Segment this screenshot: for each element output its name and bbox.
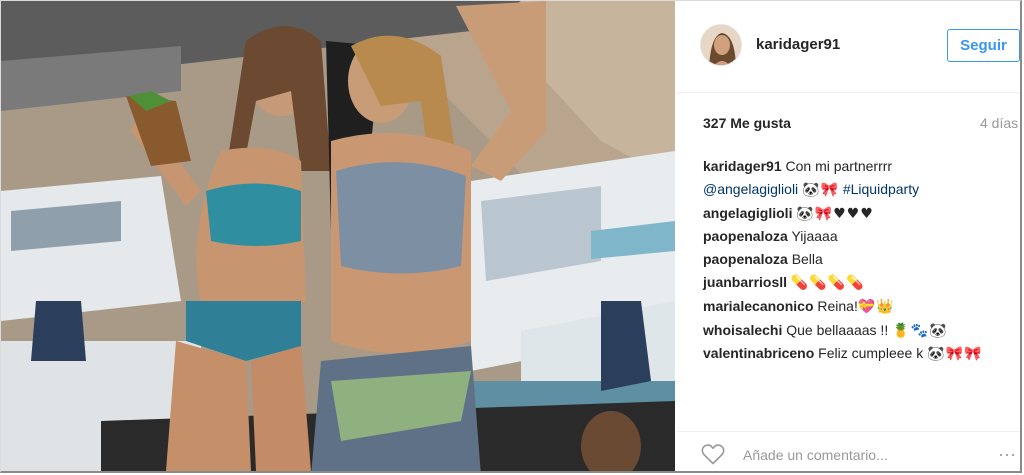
add-comment-input[interactable] <box>741 442 995 468</box>
comment-item: angelagiglioli 🐼🎀♥♥♥ <box>703 202 1015 226</box>
photo-illustration <box>1 1 675 471</box>
heart-icon[interactable] <box>701 443 725 465</box>
comment-text: Que bellaaaas !! <box>786 321 889 338</box>
comment-item: paopenaloza Bella <box>703 248 1015 271</box>
comments-list: karidager91 Con mi partnerrrr @angelagig… <box>703 155 1015 366</box>
comment-username[interactable]: karidager91 <box>703 158 782 174</box>
comment-hashtag-link[interactable]: #Liquidparty <box>843 181 919 197</box>
post-timestamp[interactable]: 4 días <box>980 115 1018 131</box>
post-header: karidager91 Seguir <box>676 1 1020 93</box>
comment-username[interactable]: angelagiglioli <box>703 205 792 221</box>
comment-text: Con mi partnerrrr <box>785 158 893 174</box>
comment-emoji: 🐼🎀 <box>802 181 839 198</box>
comment-emoji: 🍍🐾🐼 <box>892 322 948 339</box>
username-link[interactable]: karidager91 <box>756 36 840 53</box>
comment-item: juanbarriosll 💊💊💊💊 <box>703 271 1015 295</box>
comment-emoji: 🐼🎀🎀 <box>927 346 983 363</box>
avatar[interactable] <box>700 24 742 66</box>
comment-emoji: 💊💊💊💊 <box>790 274 865 291</box>
comment-text: Bella <box>791 251 823 268</box>
likes-row: 327 Me gusta 4 días <box>703 115 1020 133</box>
comment-item: marialecanonico Reina!💝👑 <box>703 295 1015 319</box>
comment-username[interactable]: whoisalechi <box>703 322 782 338</box>
comment-text: Feliz cumpleee k <box>818 345 924 362</box>
comment-username[interactable]: paopenaloza <box>703 228 788 244</box>
comment-item: whoisalechi Que bellaaaas !! 🍍🐾🐼 <box>703 319 1015 343</box>
comment-emoji: 🐼🎀♥♥♥ <box>796 205 874 222</box>
follow-button[interactable]: Seguir <box>947 29 1020 62</box>
comment-text: Reina! <box>817 297 858 314</box>
comment-username[interactable]: paopenaloza <box>703 251 788 267</box>
post-window: karidager91 Seguir 327 Me gusta 4 días k… <box>0 0 1022 473</box>
comment-item: karidager91 Con mi partnerrrr @angelagig… <box>703 155 1015 202</box>
add-comment-bar: ··· <box>676 431 1020 471</box>
comment-username[interactable]: juanbarriosll <box>703 274 787 290</box>
post-sidebar: karidager91 Seguir 327 Me gusta 4 días k… <box>676 1 1020 471</box>
comment-item: valentinabriceno Feliz cumpleee k 🐼🎀🎀 <box>703 342 1015 366</box>
comment-emoji: 💝👑 <box>857 298 895 315</box>
comment-item: paopenaloza Yijaaaa <box>703 225 1015 248</box>
comment-mention-link[interactable]: @angelagiglioli <box>703 181 798 197</box>
likes-count[interactable]: 327 Me gusta <box>703 115 791 131</box>
comment-text: Yijaaaa <box>791 228 838 245</box>
avatar-image <box>701 25 741 65</box>
comment-username[interactable]: marialecanonico <box>703 298 814 314</box>
comment-username[interactable]: valentinabriceno <box>703 345 814 361</box>
post-photo[interactable] <box>1 1 675 471</box>
more-options-icon[interactable]: ··· <box>998 444 1020 464</box>
